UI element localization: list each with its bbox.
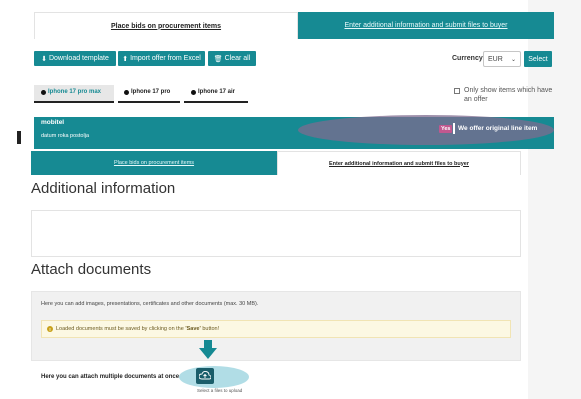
product-tab-label: Iphone 17 pro max bbox=[48, 89, 102, 95]
tab-additional-info[interactable]: Enter additional information and submit … bbox=[298, 12, 554, 39]
item-subtitle: datum roka postolja bbox=[41, 133, 89, 139]
side-marker bbox=[17, 131, 21, 144]
tab-place-bids[interactable]: Place bids on procurement items bbox=[34, 12, 298, 39]
dot-icon bbox=[41, 89, 46, 95]
cloud-upload-icon bbox=[199, 371, 211, 380]
save-warning: ! Loaded documents must be saved by clic… bbox=[41, 320, 511, 338]
import-excel-button[interactable]: ⬆ Import offer from Excel bbox=[118, 51, 205, 66]
dot-icon bbox=[124, 89, 129, 95]
upload-icon: ⬆ bbox=[122, 55, 129, 63]
tab-additional-info-secondary[interactable]: Enter additional information and submit … bbox=[277, 151, 521, 175]
only-offers-label: Only show items which have an offer bbox=[464, 87, 553, 103]
offer-original-item[interactable]: We offer original line item bbox=[458, 125, 537, 132]
trash-icon: 🗑 bbox=[213, 55, 223, 63]
attach-documents-heading: Attach documents bbox=[31, 261, 152, 278]
product-tab-iphone-17-pro-max[interactable]: Iphone 17 pro max bbox=[41, 89, 101, 95]
product-tab-label: Iphone 17 pro bbox=[131, 89, 171, 95]
product-tab-iphone-17-pro[interactable]: Iphone 17 pro bbox=[124, 89, 170, 95]
download-template-label: Download template bbox=[48, 55, 109, 62]
chevron-down-icon: ⌄ bbox=[510, 56, 516, 63]
currency-value: EUR bbox=[488, 55, 503, 63]
tab-underline bbox=[118, 101, 180, 103]
currency-label: Currency bbox=[452, 55, 483, 62]
item-title: mobitel bbox=[41, 119, 65, 126]
download-icon: ⬇ bbox=[41, 55, 47, 63]
import-excel-label: Import offer from Excel bbox=[130, 55, 201, 62]
attach-description: Here you can add images, presentations, … bbox=[41, 301, 259, 307]
upload-hint: Select a files to upload bbox=[197, 388, 243, 393]
warning-text: Loaded documents must be saved by clicki… bbox=[56, 326, 186, 332]
warning-suffix: button! bbox=[200, 326, 220, 332]
product-tab-iphone-17-air[interactable]: Iphone 17 air bbox=[191, 89, 235, 95]
warning-save: 'Save' bbox=[185, 326, 201, 332]
divider bbox=[453, 123, 455, 134]
attach-multiple-label: Here you can attach multiple documents a… bbox=[41, 374, 180, 380]
only-offers-checkbox[interactable] bbox=[454, 88, 460, 94]
currency-select[interactable]: EUR ⌄ bbox=[483, 51, 521, 67]
arrow-down-icon bbox=[199, 340, 217, 359]
tab-underline bbox=[184, 101, 248, 103]
warning-icon: ! bbox=[47, 326, 53, 332]
currency-select-button[interactable]: Select bbox=[524, 51, 552, 67]
additional-info-textarea[interactable] bbox=[31, 210, 521, 257]
yes-badge: Yes bbox=[439, 125, 453, 133]
product-tab-label: Iphone 17 air bbox=[198, 89, 236, 95]
download-template-button[interactable]: ⬇ Download template bbox=[34, 51, 116, 66]
upload-highlight bbox=[179, 366, 249, 388]
upload-button[interactable] bbox=[196, 368, 214, 384]
additional-info-heading: Additional information bbox=[31, 180, 176, 197]
clear-all-label: Clear all bbox=[224, 55, 251, 62]
tab-place-bids-secondary[interactable]: Place bids on procurement items bbox=[31, 151, 277, 175]
tab-underline bbox=[34, 101, 114, 103]
dot-icon bbox=[191, 89, 196, 95]
clear-all-button[interactable]: 🗑 Clear all bbox=[208, 51, 256, 66]
